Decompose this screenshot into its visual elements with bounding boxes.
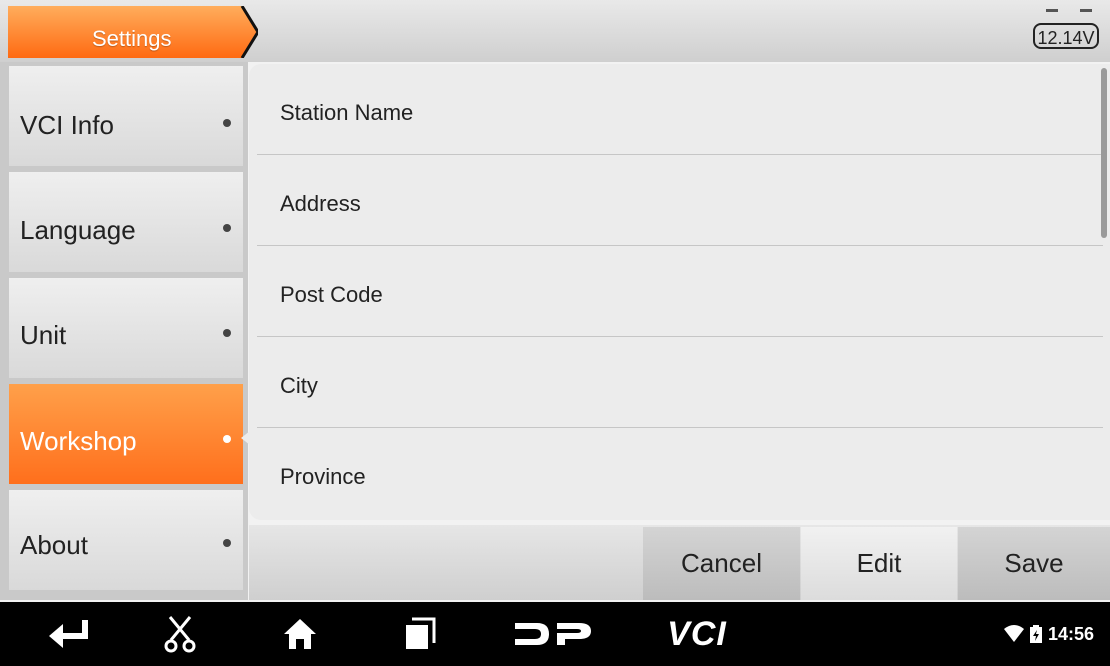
field-label: Post Code <box>280 282 383 307</box>
city-field[interactable]: City <box>257 337 1103 428</box>
page-title: Settings <box>92 26 172 51</box>
workshop-form: Station Name Address Post Code City Prov… <box>249 64 1110 520</box>
recent-apps-icon[interactable] <box>396 602 444 666</box>
field-label: Address <box>280 191 361 216</box>
sidebar-item-label: About <box>20 530 88 560</box>
sidebar-item-vci-info[interactable]: VCI Info <box>9 66 243 166</box>
voltage-indicator: 12.14V <box>1033 23 1099 49</box>
status-area: 14:56 <box>1003 602 1094 666</box>
battery-charging-icon <box>1029 625 1042 643</box>
bullet-icon <box>223 224 231 232</box>
edit-button[interactable]: Edit <box>801 527 957 600</box>
bullet-icon <box>223 119 231 127</box>
system-nav-bar: VCI 14:56 <box>0 602 1110 666</box>
home-icon[interactable] <box>276 602 324 666</box>
sidebar-item-about[interactable]: About <box>9 490 243 590</box>
field-label: Province <box>280 464 366 489</box>
top-bar: Settings 12.14V <box>0 0 1110 62</box>
field-label: Station Name <box>280 100 414 125</box>
sidebar-item-unit[interactable]: Unit <box>9 278 243 378</box>
sidebar-item-label: Unit <box>20 320 67 350</box>
vci-logo-text: VCI <box>667 614 727 653</box>
field-label: City <box>280 373 318 398</box>
address-field[interactable]: Address <box>257 155 1103 246</box>
clock: 14:56 <box>1047 623 1094 644</box>
settings-title-tab: Settings <box>8 6 258 58</box>
post-code-field[interactable]: Post Code <box>257 246 1103 337</box>
cancel-button[interactable]: Cancel <box>643 527 800 600</box>
back-icon[interactable] <box>40 602 100 666</box>
bullet-icon <box>223 329 231 337</box>
scissors-icon[interactable] <box>156 602 204 666</box>
bullet-icon <box>223 435 231 443</box>
sidebar-item-label: VCI Info <box>20 110 114 140</box>
wifi-icon <box>1003 625 1024 642</box>
battery-terminals <box>1046 9 1092 13</box>
sidebar-item-workshop[interactable]: Workshop <box>9 384 243 484</box>
sidebar-item-label: Language <box>20 215 136 245</box>
save-button[interactable]: Save <box>958 527 1110 600</box>
bullet-icon <box>223 539 231 547</box>
sidebar-item-language[interactable]: Language <box>9 172 243 272</box>
scrollbar[interactable] <box>1101 68 1107 238</box>
vci-logo-icon[interactable]: VCI <box>652 602 742 666</box>
province-field[interactable]: Province <box>257 428 1103 519</box>
dp-logo-icon[interactable] <box>508 602 598 666</box>
settings-sidebar: VCI Info Language Unit Workshop About <box>0 62 248 600</box>
station-name-field[interactable]: Station Name <box>257 64 1103 155</box>
sidebar-item-label: Workshop <box>20 426 137 456</box>
